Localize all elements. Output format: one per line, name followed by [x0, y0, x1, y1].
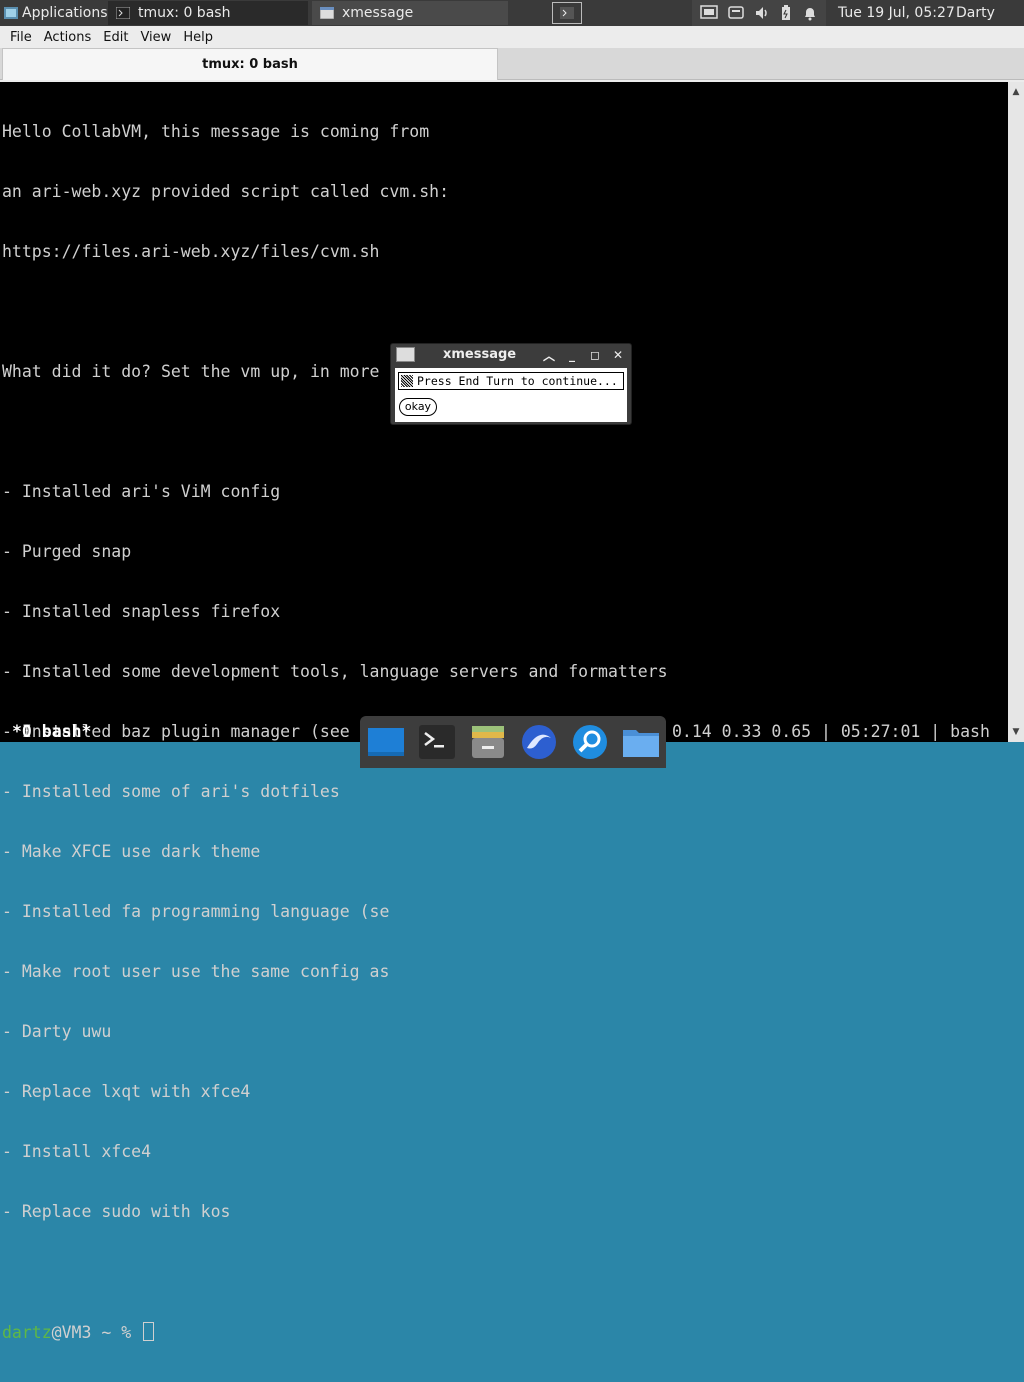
text-cursor	[143, 1322, 155, 1341]
dialog-title: xmessage	[443, 347, 517, 362]
terminal-line: - Installed fa programming language (se	[2, 902, 390, 921]
terminal-line: - Make XFCE use dark theme	[2, 842, 261, 861]
menu-actions[interactable]: Actions	[38, 30, 98, 45]
menu-view[interactable]: View	[134, 30, 177, 45]
dock-files[interactable]	[621, 722, 661, 762]
terminal-line: https://files.ari-web.xyz/files/cvm.sh	[2, 242, 380, 261]
system-tray	[692, 0, 826, 26]
terminal-icon	[560, 7, 574, 19]
terminal-line: - Install xfce4	[2, 1142, 152, 1161]
applications-icon	[4, 7, 18, 19]
tab-tmux[interactable]: tmux: 0 bash	[2, 48, 498, 80]
desktop-icon	[367, 728, 404, 756]
terminal-line: - Replace lxqt with xfce4	[2, 1082, 251, 1101]
scroll-up-icon[interactable]: ▲	[1008, 84, 1024, 100]
task-label: tmux: 0 bash	[138, 5, 231, 21]
terminal-line: - Darty uwu	[2, 1022, 112, 1041]
task-xmessage[interactable]: xmessage	[312, 1, 508, 25]
dock-terminal[interactable]	[417, 722, 457, 762]
dialog-titlebar[interactable]: xmessage ︿ _ ◻ ✕	[391, 344, 631, 366]
task-label: xmessage	[342, 5, 414, 21]
dock-archive[interactable]	[468, 722, 508, 762]
tab-bar: tmux: 0 bash	[0, 48, 1024, 80]
dialog-message: Press End Turn to continue...	[417, 374, 618, 388]
archive-icon	[471, 726, 504, 758]
terminal-line: Hello CollabVM, this message is coming f…	[2, 122, 430, 141]
window-icon	[396, 347, 415, 362]
chevron-up-icon[interactable]: ︿	[541, 347, 557, 363]
terminal-line: - Installed ari's ViM config	[2, 482, 281, 501]
dialog-body: Press End Turn to continue... okay	[395, 368, 627, 422]
menu-help[interactable]: Help	[177, 30, 219, 45]
tmux-status-right: 0.14 0.33 0.65 | 05:27:01 | bash	[672, 722, 990, 741]
scroll-down-icon[interactable]: ▼	[1008, 724, 1024, 740]
task-tmux[interactable]: tmux: 0 bash	[108, 1, 308, 25]
dock-desktop[interactable]	[366, 722, 406, 762]
window-icon	[320, 7, 334, 19]
prompt-user: dartz	[2, 1323, 52, 1342]
shell-prompt: dartz@VM3 ~ %	[2, 1322, 668, 1342]
menu-edit[interactable]: Edit	[97, 30, 134, 45]
message-grip-icon	[401, 375, 413, 387]
dock	[360, 716, 666, 768]
clock[interactable]: Tue 19 Jul, 05:27	[838, 0, 955, 26]
terminal-line: - Installed some development tools, lang…	[2, 662, 668, 681]
battery-icon[interactable]	[780, 5, 792, 21]
okay-button[interactable]: okay	[399, 398, 437, 416]
menu-bar: File Actions Edit View Help	[0, 26, 1024, 48]
minimize-icon[interactable]: _	[564, 347, 580, 363]
terminal-icon	[418, 725, 455, 759]
close-icon[interactable]: ✕	[610, 347, 626, 363]
user-menu[interactable]: Darty uwu	[956, 0, 1024, 47]
vertical-scrollbar[interactable]: ▲ ▼	[1008, 82, 1024, 742]
network-icon[interactable]	[700, 5, 718, 21]
terminal-line: - Installed snapless firefox	[2, 602, 281, 621]
xmessage-dialog: xmessage ︿ _ ◻ ✕ Press End Turn to conti…	[390, 343, 632, 425]
menu-file[interactable]: File	[4, 30, 38, 45]
show-desktop-button[interactable]	[552, 2, 582, 24]
terminal-line: an ari-web.xyz provided script called cv…	[2, 182, 450, 201]
dock-search[interactable]	[570, 722, 610, 762]
terminal-line: - Installed some of ari's dotfiles	[2, 782, 340, 801]
volume-icon[interactable]	[754, 5, 770, 21]
top-panel: Applications ⋮ tmux: 0 bash xmessage	[0, 0, 1024, 47]
terminal-line: - Make root user use the same config as	[2, 962, 390, 981]
applications-label: Applications	[22, 5, 108, 21]
terminal-icon	[116, 7, 130, 19]
search-icon	[572, 725, 607, 759]
terminal-line: - Purged snap	[2, 542, 132, 561]
prompt-host: @VM3 ~ %	[51, 1323, 142, 1342]
tmux-window-list[interactable]: *0 bash*	[12, 722, 91, 742]
chat-icon[interactable]	[728, 5, 744, 21]
dock-browser[interactable]	[519, 722, 559, 762]
dialog-message-box: Press End Turn to continue...	[398, 372, 624, 390]
terminal-line: - Replace sudo with kos	[2, 1202, 231, 1221]
notification-bell-icon[interactable]	[802, 5, 818, 21]
browser-icon	[521, 725, 556, 759]
maximize-icon[interactable]: ◻	[587, 347, 603, 363]
folder-icon	[622, 730, 659, 757]
